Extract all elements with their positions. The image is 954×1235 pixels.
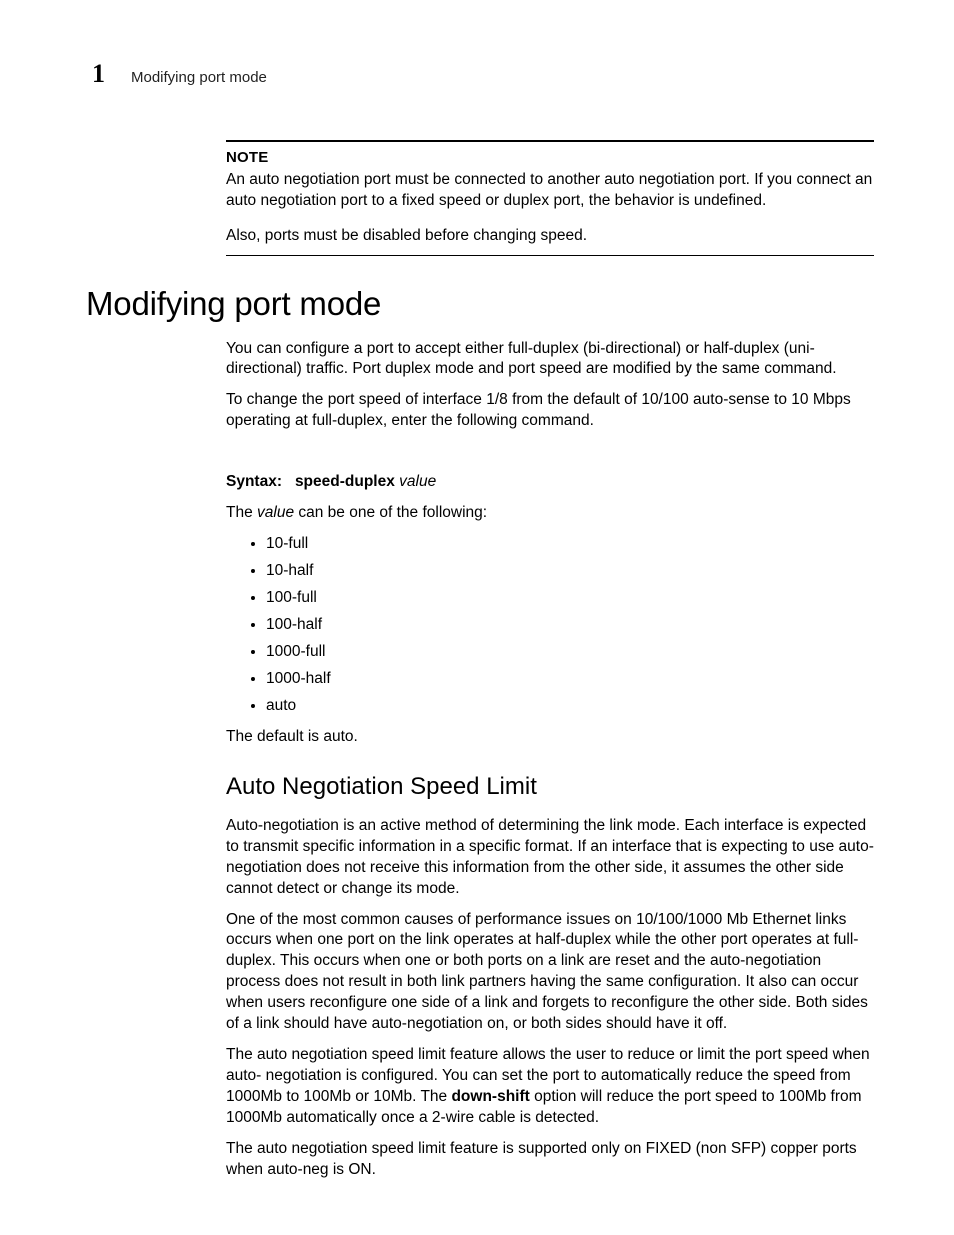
running-header: 1 Modifying port mode (92, 56, 267, 91)
running-title: Modifying port mode (131, 68, 267, 88)
body-paragraph: You can configure a port to accept eithe… (226, 339, 874, 381)
body-paragraph: Auto-negotiation is an active method of … (226, 816, 874, 900)
syntax-prefix: Syntax: (226, 473, 282, 490)
note-label: NOTE (226, 148, 874, 168)
value-list: 10-full 10-half 100-full 100-half 1000-f… (226, 534, 874, 716)
bold-term: down-shift (451, 1088, 529, 1105)
list-item: 100-full (266, 588, 874, 609)
section-heading: Modifying port mode (86, 282, 874, 327)
list-item: 1000-full (266, 642, 874, 663)
list-item: 10-full (266, 534, 874, 555)
body-paragraph: To change the port speed of interface 1/… (226, 390, 874, 432)
chapter-number: 1 (92, 56, 105, 91)
list-item: 10-half (266, 561, 874, 582)
syntax-command: speed-duplex (295, 473, 395, 490)
list-item: 100-half (266, 615, 874, 636)
list-item: 1000-half (266, 669, 874, 690)
default-line: The default is auto. (226, 727, 874, 748)
syntax-arg: value (399, 473, 436, 490)
note-body: An auto negotiation port must be connect… (226, 170, 874, 212)
list-item: auto (266, 696, 874, 717)
note-block: NOTE An auto negotiation port must be co… (226, 140, 874, 256)
syntax-intro: The value can be one of the following: (226, 503, 874, 524)
body-paragraph: The auto negotiation speed limit feature… (226, 1045, 874, 1129)
body-paragraph: The auto negotiation speed limit feature… (226, 1139, 874, 1181)
syntax-line: Syntax: speed-duplex value (226, 472, 874, 493)
subsection-heading: Auto Negotiation Speed Limit (226, 771, 874, 803)
body-paragraph: One of the most common causes of perform… (226, 910, 874, 1036)
note-after: Also, ports must be disabled before chan… (226, 226, 874, 247)
